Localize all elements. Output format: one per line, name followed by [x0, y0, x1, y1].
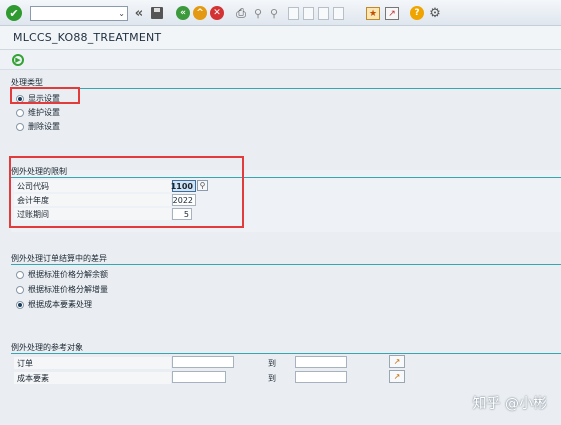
section-divider — [11, 353, 561, 354]
find-icon[interactable]: ⚲ — [252, 5, 264, 21]
radio-label: 根据成本要素处理 — [28, 300, 92, 309]
cancel-icon[interactable]: ✕ — [210, 6, 224, 20]
radio-label: 删除设置 — [28, 122, 60, 131]
cost-element-to-label: 到 — [268, 374, 276, 383]
save-icon[interactable] — [150, 5, 164, 21]
order-to-label: 到 — [268, 359, 276, 368]
radio-delete-settings[interactable]: 删除设置 — [16, 121, 60, 132]
back-icon[interactable]: « — [176, 6, 190, 20]
highlight-box — [10, 87, 80, 104]
radio-button[interactable] — [16, 122, 24, 131]
label-background — [14, 357, 171, 369]
radio-label: 根据标准价格分解余额 — [28, 270, 108, 279]
previous-page-icon[interactable] — [303, 7, 314, 20]
cost-element-label: 成本要素 — [17, 374, 49, 383]
radio-button[interactable] — [16, 300, 24, 309]
check-icon[interactable]: ✔ — [6, 5, 22, 21]
system-toolbar: ✔ ⌄ « « ^ ✕ ⎙ ⚲ ⚲ ★ ↗ ? ⚙ — [0, 0, 561, 26]
section-divider — [11, 88, 561, 89]
multiple-selection-icon[interactable]: ↗ — [389, 370, 405, 383]
multiple-selection-icon[interactable]: ↗ — [389, 355, 405, 368]
highlight-box — [9, 156, 244, 228]
radio-maintain-settings[interactable]: 维护设置 — [16, 107, 60, 118]
order-from-field[interactable] — [172, 356, 234, 368]
settings-gear-icon[interactable]: ⚙ — [428, 5, 442, 21]
shortcut-icon[interactable]: ↗ — [385, 7, 399, 20]
radio-button[interactable] — [16, 285, 24, 294]
find-next-icon[interactable]: ⚲ — [268, 5, 280, 21]
watermark: 知乎 @小彬 — [472, 396, 547, 412]
radio-split-balance[interactable]: 根据标准价格分解余额 — [16, 269, 108, 280]
variance-title: 例外处理订单结算中的差异 — [11, 254, 107, 263]
radio-cost-element[interactable]: 根据成本要素处理 — [16, 299, 92, 310]
cost-element-from-field[interactable] — [172, 371, 226, 383]
print-icon[interactable]: ⎙ — [234, 5, 248, 21]
radio-button[interactable] — [16, 270, 24, 279]
radio-label: 维护设置 — [28, 108, 60, 117]
order-to-field[interactable] — [295, 356, 347, 368]
application-toolbar: ▶ — [0, 50, 561, 70]
exit-icon[interactable]: ^ — [193, 6, 207, 20]
radio-split-increment[interactable]: 根据标准价格分解增量 — [16, 284, 108, 295]
next-page-icon[interactable] — [318, 7, 329, 20]
first-page-icon[interactable] — [288, 7, 299, 20]
help-icon[interactable]: ? — [410, 6, 424, 20]
section-divider — [11, 264, 561, 265]
page-title: MLCCS_KO88_TREATMENT — [13, 31, 162, 44]
command-field[interactable]: ⌄ — [30, 6, 128, 21]
selection-screen: 处理类型 显示设置 维护设置 删除设置 例外处理的限制 公司代码 1100 ⚲ … — [0, 70, 561, 425]
execute-icon[interactable]: ▶ — [12, 54, 24, 66]
last-page-icon[interactable] — [333, 7, 344, 20]
back-double-arrow-icon[interactable]: « — [132, 5, 146, 21]
radio-button[interactable] — [16, 108, 24, 117]
radio-label: 根据标准价格分解增量 — [28, 285, 108, 294]
cost-element-to-field[interactable] — [295, 371, 347, 383]
title-bar: MLCCS_KO88_TREATMENT — [0, 26, 561, 50]
order-label: 订单 — [17, 359, 33, 368]
chevron-down-icon[interactable]: ⌄ — [118, 9, 125, 18]
new-session-icon[interactable]: ★ — [366, 7, 380, 20]
reference-title: 例外处理的参考对象 — [11, 343, 83, 352]
